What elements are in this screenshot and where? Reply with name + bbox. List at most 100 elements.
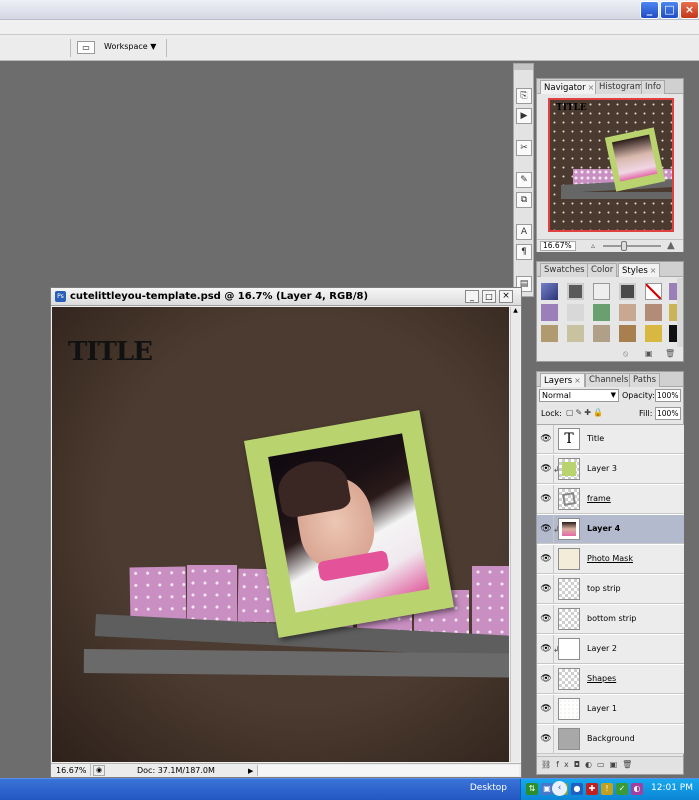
layer-thumbnail[interactable]	[558, 578, 580, 600]
style-swatch[interactable]	[669, 304, 677, 321]
style-swatch[interactable]	[567, 283, 584, 300]
status-zoom[interactable]: 16.67%	[53, 764, 91, 776]
style-swatch[interactable]	[645, 325, 662, 342]
no-style-swatch[interactable]	[645, 283, 662, 300]
layer-thumbnail[interactable]	[558, 548, 580, 570]
close-button[interactable]: ×	[680, 1, 699, 19]
layer-name[interactable]: Background	[587, 734, 635, 743]
network-icon[interactable]: ⇅	[526, 783, 538, 795]
status-arrow-icon[interactable]: ▶	[248, 765, 253, 778]
layer-row[interactable]: 👁 ↲ Layer 4	[537, 515, 684, 544]
layer-row[interactable]: 👁 top strip	[537, 575, 684, 604]
layer-row[interactable]: 👁 T Title	[537, 425, 684, 454]
close-tab-icon[interactable]: ×	[650, 266, 657, 275]
layer-thumbnail[interactable]	[558, 668, 580, 690]
layer-visibility-toggle[interactable]: 👁	[537, 485, 554, 514]
layer-thumbnail[interactable]	[558, 698, 580, 720]
layer-row[interactable]: 👁 Layer 1	[537, 695, 684, 724]
style-swatch[interactable]	[669, 325, 677, 342]
minimize-button[interactable]: _	[640, 1, 659, 19]
style-swatch[interactable]	[619, 325, 636, 342]
style-swatch[interactable]	[541, 304, 558, 321]
layer-name[interactable]: Title	[587, 434, 604, 443]
navigator-zoom-field[interactable]: 16.67%	[540, 241, 576, 251]
layer-visibility-toggle[interactable]: 👁	[537, 665, 554, 694]
horizontal-scrollbar[interactable]	[257, 765, 519, 776]
layer-name[interactable]: Layer 4	[587, 524, 620, 533]
styles-scrollbar[interactable]	[677, 278, 683, 347]
desktop-toolbar-label[interactable]: Desktop	[470, 783, 507, 793]
lock-buttons[interactable]: ▢✎✚🔒	[566, 408, 605, 417]
tab-styles[interactable]: Styles ×	[618, 263, 661, 277]
layer-thumbnail[interactable]	[558, 518, 580, 540]
style-swatch[interactable]	[567, 325, 584, 342]
tray-app-icon[interactable]: ●	[571, 783, 583, 795]
tab-swatches[interactable]: Swatches	[540, 263, 589, 277]
zoom-slider-track[interactable]	[603, 245, 661, 247]
character-icon[interactable]: A	[516, 224, 532, 240]
tab-layers[interactable]: Layers ×	[540, 373, 585, 387]
style-swatch[interactable]	[541, 283, 558, 300]
tray-app-icon[interactable]: ✓	[616, 783, 628, 795]
delete-style-icon[interactable]: 🗑	[665, 349, 675, 358]
close-tab-icon[interactable]: ×	[588, 83, 595, 92]
tab-color[interactable]: Color	[587, 263, 618, 277]
maximize-button[interactable]: □	[660, 1, 679, 19]
layer-thumbnail[interactable]	[558, 608, 580, 630]
status-menu-icon[interactable]: ◉	[93, 765, 105, 776]
brushes-icon[interactable]: ✎	[516, 172, 532, 188]
layer-visibility-toggle[interactable]: 👁	[537, 425, 554, 454]
style-swatch[interactable]	[619, 304, 636, 321]
tab-info[interactable]: Info	[641, 80, 666, 94]
zoom-out-icon[interactable]: ▵	[591, 241, 595, 250]
tab-histogram[interactable]: Histogram	[595, 80, 648, 94]
close-tab-icon[interactable]: ×	[574, 376, 581, 385]
layer-row[interactable]: 👁 Background	[537, 725, 684, 754]
style-swatch[interactable]	[593, 283, 610, 300]
layer-row[interactable]: 👁 ↲ Layer 3	[537, 455, 684, 484]
tab-paths[interactable]: Paths	[629, 373, 661, 387]
tool-presets-icon[interactable]: ✂	[516, 140, 532, 156]
layer-row[interactable]: 👁 frame	[537, 485, 684, 514]
layer-name[interactable]: Photo Mask	[587, 554, 633, 563]
layer-visibility-toggle[interactable]: 👁	[537, 635, 554, 664]
layer-visibility-toggle[interactable]: 👁	[537, 605, 554, 634]
layer-visibility-toggle[interactable]: 👁	[537, 545, 554, 574]
style-swatch[interactable]	[593, 325, 610, 342]
layer-name[interactable]: frame	[587, 494, 611, 503]
scroll-up-icon[interactable]: ▲	[511, 307, 520, 317]
blend-mode-select[interactable]: Normal ▼	[539, 389, 619, 402]
doc-minimize-button[interactable]: _	[465, 290, 479, 303]
layer-row[interactable]: 👁 Photo Mask	[537, 545, 684, 574]
paragraph-icon[interactable]: ¶	[516, 244, 532, 260]
fill-field[interactable]: 100%	[655, 407, 681, 420]
clone-source-icon[interactable]: ⧉	[516, 192, 532, 208]
zoom-slider-thumb[interactable]	[621, 241, 627, 251]
layer-visibility-toggle[interactable]: 👁	[537, 515, 554, 544]
actions-icon[interactable]: ▶	[516, 108, 532, 124]
layer-name[interactable]: Shapes	[587, 674, 616, 683]
layer-thumbnail[interactable]	[558, 458, 580, 480]
security-icon[interactable]: ✚	[586, 783, 598, 795]
vertical-scrollbar[interactable]: ▲	[510, 307, 520, 762]
tab-channels[interactable]: Channels	[585, 373, 633, 387]
style-swatch[interactable]	[593, 304, 610, 321]
layer-thumbnail[interactable]	[558, 728, 580, 750]
style-swatch[interactable]	[541, 325, 558, 342]
zoom-in-icon[interactable]: ▲	[667, 240, 675, 251]
style-swatch[interactable]	[669, 283, 677, 300]
clock[interactable]: 12:01 PM	[651, 783, 693, 793]
layer-row[interactable]: 👁 Shapes	[537, 665, 684, 694]
layer-name[interactable]: bottom strip	[587, 614, 636, 623]
new-style-icon[interactable]: ▣	[645, 349, 653, 358]
layer-visibility-toggle[interactable]: 👁	[537, 725, 554, 754]
warning-icon[interactable]: !	[601, 783, 613, 795]
layer-thumbnail[interactable]	[558, 638, 580, 660]
tray-expand-icon[interactable]: ‹	[552, 781, 567, 796]
opacity-field[interactable]: 100%	[655, 389, 681, 402]
layer-name[interactable]: Layer 3	[587, 464, 617, 473]
layer-thumbnail[interactable]: T	[558, 428, 580, 450]
style-swatch[interactable]	[645, 304, 662, 321]
style-swatch[interactable]	[567, 304, 584, 321]
tab-navigator[interactable]: Navigator ×	[540, 80, 599, 94]
